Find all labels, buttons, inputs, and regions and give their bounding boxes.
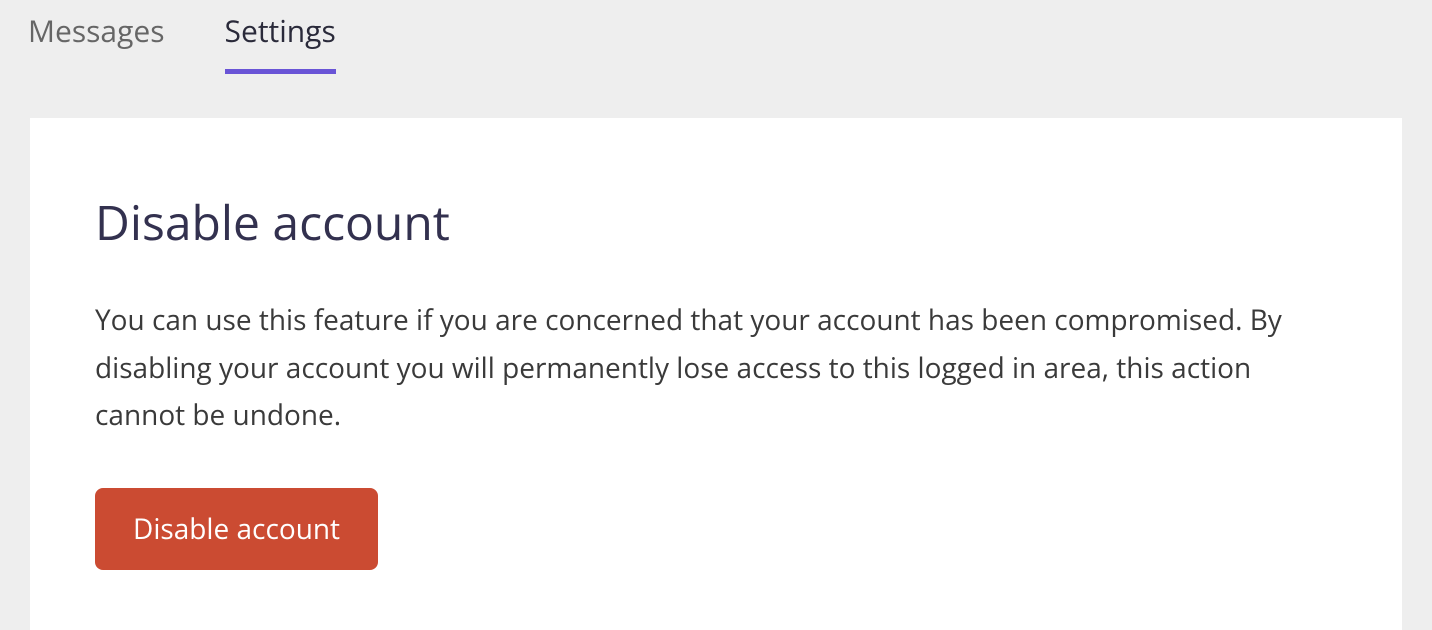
tab-settings[interactable]: Settings (225, 10, 336, 74)
disable-account-button[interactable]: Disable account (95, 488, 378, 570)
tab-bar: Messages Settings (0, 0, 1432, 74)
panel-description: You can use this feature if you are conc… (95, 297, 1315, 440)
disable-account-panel: Disable account You can use this feature… (30, 118, 1402, 630)
panel-title: Disable account (95, 190, 1337, 255)
tab-messages[interactable]: Messages (28, 10, 165, 74)
